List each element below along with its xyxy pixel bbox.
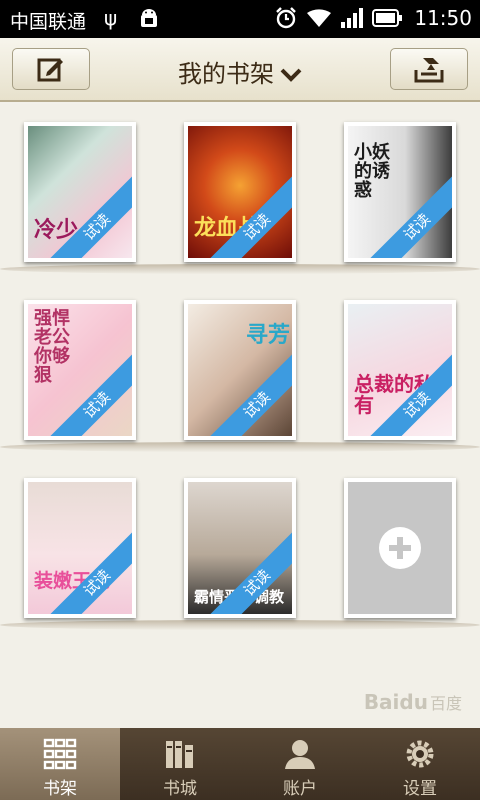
tab-label: 设置 xyxy=(403,779,437,799)
book-8[interactable]: 霸情恶少调教 试读 xyxy=(184,478,296,618)
tab-label: 书架 xyxy=(43,779,77,799)
book-cover: 总裁的私有 试读 xyxy=(348,304,452,436)
bottom-nav: 书架 书城 账户 设置 xyxy=(0,728,480,800)
book-4[interactable]: 强悍老公你够狠 试读 xyxy=(24,300,136,440)
signal-icon xyxy=(341,8,364,28)
book-cover: 龙血战 试读 xyxy=(188,126,292,258)
book-cover-title: 寻芳 xyxy=(246,323,291,348)
book-cover: 强悍老公你够狠 试读 xyxy=(28,304,132,436)
book-cover-title: 小妖的诱惑 xyxy=(354,142,390,201)
trial-badge: 试读 xyxy=(203,351,292,436)
watermark-latin: Bai xyxy=(363,690,400,714)
status-icons: 11:50 xyxy=(274,6,472,30)
book-cover: 装嫩王妃 试读 xyxy=(28,482,132,614)
import-icon xyxy=(414,58,444,83)
book-cover: 霸情恶少调教 试读 xyxy=(188,482,292,614)
book-2[interactable]: 龙血战 试读 xyxy=(184,122,296,262)
usb-icon: ψ xyxy=(104,6,118,30)
book-cover: 寻芳 试读 xyxy=(188,304,292,436)
book-cover: 小妖的诱惑 试读 xyxy=(348,126,452,258)
shelf-divider xyxy=(0,264,480,274)
tab-bookstore[interactable]: 书城 xyxy=(120,728,240,800)
book-7[interactable]: 装嫩王妃 试读 xyxy=(24,478,136,618)
book-3[interactable]: 小妖的诱惑 试读 xyxy=(344,122,456,262)
gear-icon xyxy=(406,740,434,768)
carrier-name: 中国联通 xyxy=(10,11,87,33)
tab-bookshelf[interactable]: 书架 xyxy=(0,728,120,800)
trial-badge: 试读 xyxy=(43,173,132,258)
add-book-placeholder xyxy=(348,482,452,614)
shelf-divider xyxy=(0,620,480,630)
tab-account[interactable]: 账户 xyxy=(240,728,360,800)
book-cover: 冷少 试读 xyxy=(28,126,132,258)
add-book-button[interactable] xyxy=(344,478,456,618)
shelf-divider xyxy=(0,442,480,452)
status-bar: 中国联通 ψ 11:50 xyxy=(0,0,480,38)
clock: 11:50 xyxy=(414,6,472,30)
baidu-watermark: Baidu 百度 xyxy=(364,690,462,714)
alarm-icon xyxy=(276,7,297,29)
watermark-cn: 百度 xyxy=(429,694,462,713)
chevron-down-icon xyxy=(280,68,302,82)
tab-label: 书城 xyxy=(163,779,197,799)
app-header: 我的书架 xyxy=(0,38,480,102)
page-title: 我的书架 xyxy=(178,60,274,88)
android-debug-icon xyxy=(141,9,157,27)
book-cover-title: 强悍老公你够狠 xyxy=(34,308,70,386)
watermark-paw: du xyxy=(399,690,428,714)
wifi-icon xyxy=(307,9,332,27)
book-6[interactable]: 总裁的私有 试读 xyxy=(344,300,456,440)
book-1[interactable]: 冷少 试读 xyxy=(24,122,136,262)
grid-icon xyxy=(43,738,77,770)
user-icon xyxy=(285,740,315,769)
tab-settings[interactable]: 设置 xyxy=(360,728,480,800)
bookshelf: 冷少 试读 龙血战 试读 小妖的诱惑 试读 强悍老公你够狠 试读 寻芳 试读 总… xyxy=(0,104,480,728)
import-button[interactable] xyxy=(390,48,468,90)
plus-icon xyxy=(379,527,421,569)
books-icon xyxy=(166,741,193,768)
tab-label: 账户 xyxy=(283,779,317,799)
book-5[interactable]: 寻芳 试读 xyxy=(184,300,296,440)
battery-icon xyxy=(372,9,403,27)
